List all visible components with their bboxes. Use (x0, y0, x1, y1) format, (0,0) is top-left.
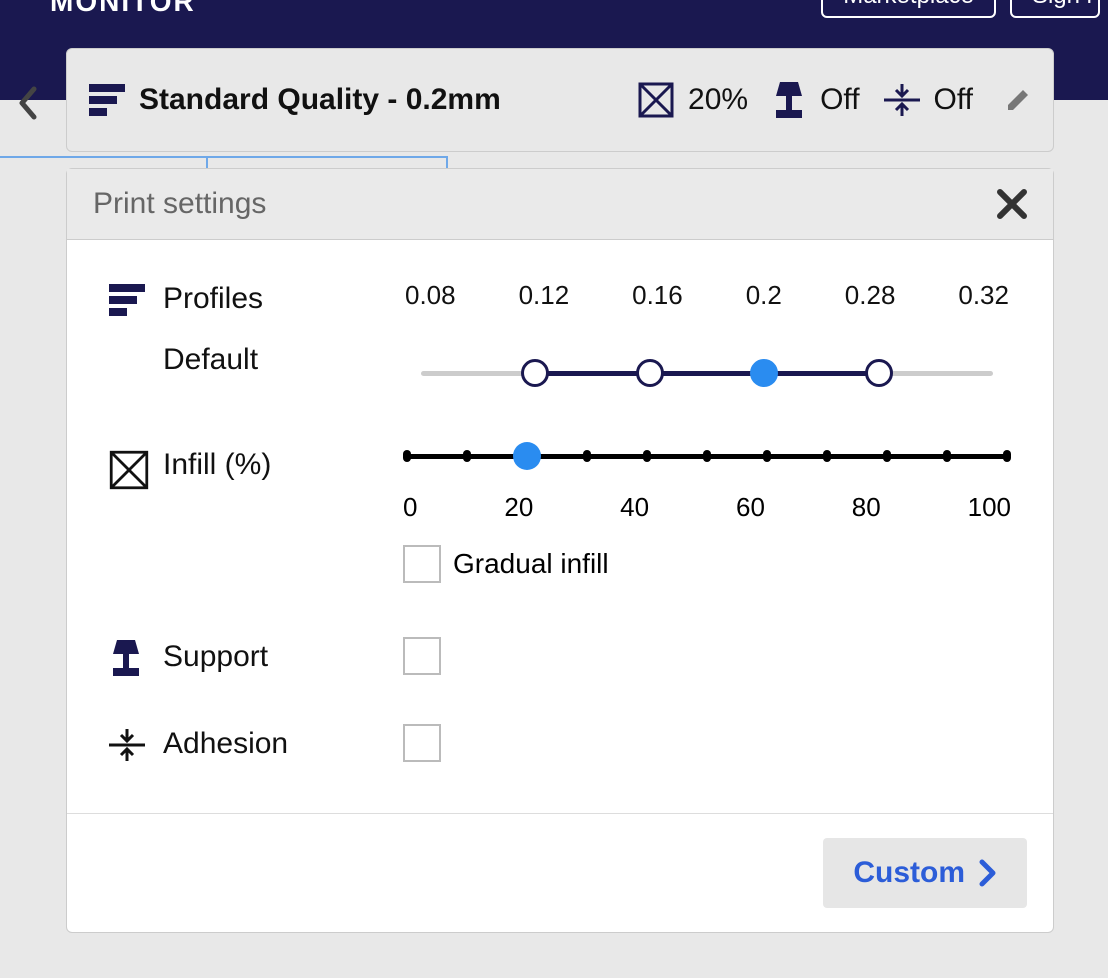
edit-summary-button[interactable] (1005, 87, 1031, 113)
summary-quality-label: Standard Quality - 0.2mm (139, 83, 501, 117)
summary-adhesion: Off (884, 82, 973, 118)
infill-tick-label: 100 (968, 492, 1011, 523)
back-button[interactable] (18, 86, 38, 120)
layers-icon (89, 84, 125, 116)
adhesion-checkbox[interactable] (403, 724, 441, 762)
adhesion-label: Adhesion (163, 725, 403, 761)
summary-infill: 20% (638, 82, 748, 118)
panel-title: Print settings (93, 187, 266, 221)
infill-tick (703, 450, 711, 462)
nav-title-fragment: MONITOR (50, 0, 196, 18)
chevron-left-icon (18, 86, 38, 120)
layers-icon (109, 284, 145, 316)
profile-tick-label: 0.32 (958, 280, 1009, 311)
chevron-right-icon (979, 859, 997, 887)
profile-tick-label: 0.08 (405, 280, 456, 311)
infill-tick (643, 450, 651, 462)
infill-tick-label: 0 (403, 492, 417, 523)
infill-slider[interactable] (403, 446, 1011, 486)
infill-tick-label: 40 (620, 492, 649, 523)
infill-tick-label: 80 (852, 492, 881, 523)
infill-tick-label: 20 (504, 492, 533, 523)
custom-settings-label: Custom (853, 856, 965, 890)
summary-support-label: Off (820, 83, 859, 117)
infill-slider-handle[interactable] (513, 442, 541, 470)
infill-label: Infill (%) (163, 446, 403, 482)
profile-slider-stop[interactable] (865, 359, 893, 387)
profile-slider[interactable] (403, 354, 1011, 394)
infill-tick (943, 450, 951, 462)
signin-button[interactable]: Sign i (1010, 0, 1100, 18)
custom-settings-button[interactable]: Custom (823, 838, 1027, 908)
infill-tick (763, 450, 771, 462)
infill-tick-label: 60 (736, 492, 765, 523)
close-panel-button[interactable] (997, 189, 1027, 219)
profile-tick-label: 0.16 (632, 280, 683, 311)
print-settings-panel: Print settings (66, 168, 1054, 933)
infill-tick (1003, 450, 1011, 462)
support-icon (109, 639, 143, 677)
infill-tick (463, 450, 471, 462)
summary-adhesion-label: Off (934, 83, 973, 117)
panel-header: Print settings (67, 169, 1053, 240)
print-summary-bar[interactable]: Standard Quality - 0.2mm 20% Off (66, 48, 1054, 152)
infill-icon (109, 450, 149, 490)
infill-tick (883, 450, 891, 462)
marketplace-button[interactable]: Marketplace (821, 0, 996, 18)
profile-slider-stop[interactable] (521, 359, 549, 387)
profiles-sublabel: Default (163, 343, 403, 377)
support-label: Support (163, 638, 403, 674)
support-icon (772, 82, 806, 118)
support-checkbox[interactable] (403, 637, 441, 675)
pencil-icon (1005, 87, 1031, 113)
infill-tick-labels: 0 20 40 60 80 100 (403, 492, 1011, 523)
profile-tick-label: 0.2 (746, 280, 782, 311)
profile-tick-label: 0.28 (845, 280, 896, 311)
summary-quality: Standard Quality - 0.2mm (89, 83, 614, 117)
profile-slider-stop[interactable] (636, 359, 664, 387)
infill-tick (403, 450, 411, 462)
adhesion-icon (109, 727, 145, 763)
profile-tick-label: 0.12 (519, 280, 570, 311)
infill-icon (638, 82, 674, 118)
gradual-infill-checkbox[interactable] (403, 545, 441, 583)
summary-infill-label: 20% (688, 83, 748, 117)
profile-slider-stop[interactable] (750, 359, 778, 387)
summary-support: Off (772, 82, 859, 118)
close-icon (997, 189, 1027, 219)
gradual-infill-label: Gradual infill (453, 548, 609, 580)
profiles-label: Profiles (163, 280, 403, 316)
infill-tick (583, 450, 591, 462)
profile-tick-labels: 0.08 0.12 0.16 0.2 0.28 0.32 (403, 280, 1011, 311)
adhesion-icon (884, 82, 920, 118)
infill-tick (823, 450, 831, 462)
